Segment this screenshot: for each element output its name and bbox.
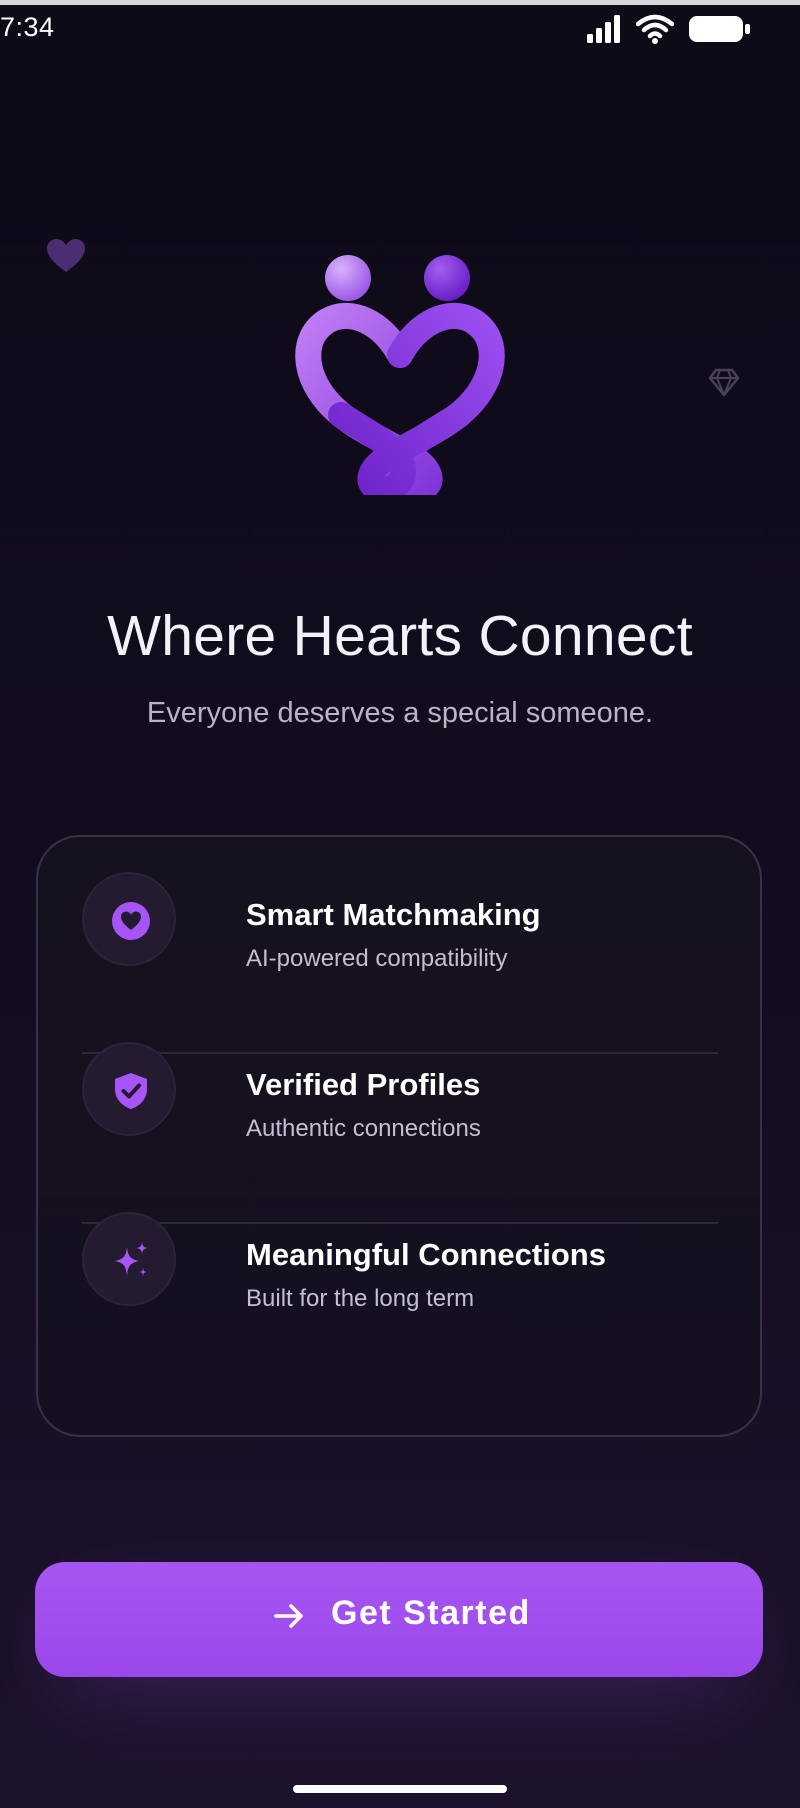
home-indicator[interactable] bbox=[293, 1785, 507, 1793]
battery-icon bbox=[688, 14, 752, 44]
arrow-right-icon bbox=[271, 1598, 307, 1634]
feature-description: Authentic connections bbox=[246, 1115, 481, 1142]
get-started-label: Get Started bbox=[331, 1594, 531, 1632]
signal-icon bbox=[586, 14, 622, 44]
floating-heart-icon bbox=[46, 238, 86, 274]
feature-item-meaningful-connections: Meaningful Connections Built for the lon… bbox=[82, 1177, 718, 1347]
welcome-screen: 7:34 Where Hearts Connect Everyone deser… bbox=[0, 0, 800, 1808]
page-subtitle: Everyone deserves a special someone. bbox=[146, 697, 654, 729]
wifi-icon bbox=[635, 14, 675, 44]
top-edge bbox=[0, 0, 800, 5]
feature-title: Meaningful Connections bbox=[246, 1237, 606, 1272]
floating-diamond-icon bbox=[708, 366, 740, 398]
sparkles-icon bbox=[115, 1242, 148, 1276]
feature-icon-circle bbox=[82, 1042, 176, 1136]
feature-title: Verified Profiles bbox=[246, 1067, 481, 1102]
feature-icon-circle bbox=[82, 1212, 176, 1306]
app-logo bbox=[275, 245, 525, 503]
feature-title: Smart Matchmaking bbox=[246, 897, 541, 932]
page-title: Where Hearts Connect bbox=[107, 604, 693, 668]
status-time: 7:34 bbox=[0, 12, 55, 42]
heart-icon bbox=[112, 902, 150, 940]
shield-check-icon bbox=[115, 1073, 147, 1109]
feature-description: AI-powered compatibility bbox=[246, 945, 508, 972]
feature-description: Built for the long term bbox=[246, 1285, 475, 1312]
feature-item-smart-matchmaking: Smart Matchmaking AI-powered compatibili… bbox=[82, 837, 718, 1007]
feature-icon-circle bbox=[82, 872, 176, 966]
features-card: Smart Matchmaking AI-powered compatibili… bbox=[36, 835, 762, 1437]
get-started-button[interactable]: Get Started bbox=[35, 1562, 763, 1677]
feature-item-verified-profiles: Verified Profiles Authentic connections bbox=[82, 1007, 718, 1177]
status-bar: 7:34 bbox=[0, 8, 800, 50]
